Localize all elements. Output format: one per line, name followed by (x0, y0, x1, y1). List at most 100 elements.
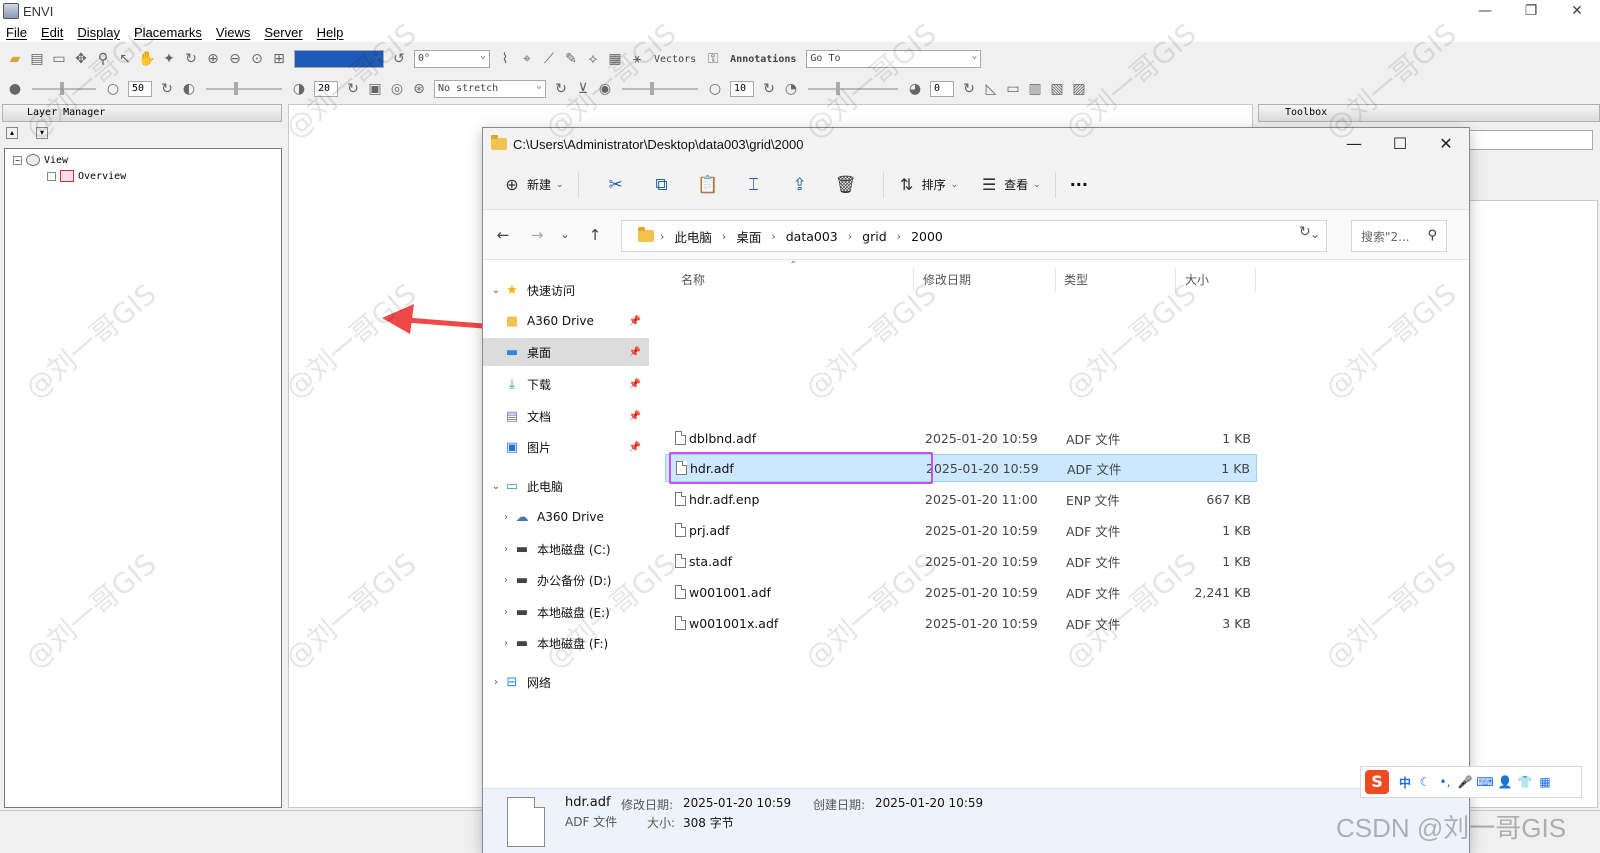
address-bar[interactable]: › 此电脑 › 桌面 › data003 › grid › 2000 ⌄ (621, 220, 1327, 252)
brightness-spin[interactable]: 50 (128, 81, 152, 97)
rename-icon[interactable]: ⌶ (731, 175, 777, 195)
forward-arrow-icon[interactable]: → (525, 224, 549, 246)
sogou-logo-icon[interactable]: S (1365, 770, 1389, 794)
pin-icon[interactable]: 📌 (629, 442, 641, 453)
chevron-right-icon[interactable]: › (499, 638, 513, 649)
roi-icon[interactable]: ⌇ (496, 50, 514, 68)
expand-icon[interactable]: ▾ (36, 127, 48, 139)
pin-icon[interactable]: 📌 (629, 316, 641, 327)
zoom-fixed-icon[interactable]: ⊙ (248, 50, 266, 68)
envi-minimize-button[interactable]: — (1462, 0, 1508, 22)
select-arrow-icon[interactable]: ↖ (116, 50, 134, 68)
file-row[interactable]: w001001.adf 2025-01-20 10:59 ADF 文件 2,24… (665, 578, 1257, 606)
chevron-right-icon[interactable]: › (499, 544, 513, 555)
nav-pictures[interactable]: ▣ 图片 📌 (483, 433, 649, 461)
envi-close-button[interactable]: ✕ (1554, 0, 1600, 22)
nav-drive-f[interactable]: › ▬ 本地磁盘 (F:) (483, 629, 649, 657)
tree-expander[interactable]: − (13, 155, 22, 165)
menu-views[interactable]: Views (216, 25, 250, 40)
pin-icon[interactable]: 📌 (629, 379, 641, 390)
crosshair-icon[interactable]: ⌖ (518, 50, 536, 68)
view-button[interactable]: ☰ 查看 ⌄ (980, 169, 1041, 201)
pan-icon[interactable]: ✥ (72, 50, 90, 68)
ime-mode-toggle[interactable]: 中 (1395, 774, 1415, 791)
measure-icon[interactable]: ⟋ (540, 50, 558, 68)
reset-stretch-icon[interactable]: ↻ (552, 80, 570, 98)
view-layout-icon[interactable]: ▭ (1004, 80, 1022, 98)
chevron-right-icon[interactable]: › (499, 607, 513, 618)
reset-sharpen-icon[interactable]: ↻ (760, 80, 778, 98)
keyboard-icon[interactable]: ⌨ (1475, 775, 1495, 789)
data-manager-icon[interactable]: ▤ (28, 50, 46, 68)
auto-stretch-icon[interactable]: ◎ (388, 80, 406, 98)
goto-combo[interactable]: Go To (806, 48, 982, 68)
column-divider[interactable] (913, 268, 914, 292)
brightness-slider[interactable] (32, 82, 96, 95)
nav-drive-c[interactable]: › ▬ 本地磁盘 (C:) (483, 535, 649, 563)
explorer-close-button[interactable]: ✕ (1423, 128, 1469, 160)
reset-brightness-icon[interactable]: ↻ (158, 80, 176, 98)
rotation-combo[interactable]: 0° (414, 48, 490, 68)
column-header-size[interactable]: 大小 (1185, 268, 1209, 292)
breadcrumb-this-pc[interactable]: 此电脑 (674, 227, 712, 246)
open-folder-icon[interactable]: ▰ (6, 50, 24, 68)
breadcrumb-2000[interactable]: 2000 (911, 229, 943, 244)
pin-icon[interactable]: 📌 (629, 347, 641, 358)
chevron-down-icon[interactable]: ⌄ (489, 481, 503, 492)
more-options-button[interactable]: ··· (1070, 169, 1088, 201)
refresh-icon[interactable]: ↻ (1299, 224, 1311, 240)
column-header-name[interactable]: 名称 (681, 268, 705, 292)
nav-network[interactable]: › ⊟ 网络 (483, 668, 649, 696)
collapse-icon[interactable]: ▴ (6, 127, 18, 139)
rotate-icon[interactable]: ↻ (182, 50, 200, 68)
zoom-in-icon[interactable]: ⊕ (204, 50, 222, 68)
breadcrumb-grid[interactable]: grid (862, 229, 886, 244)
sharpen-spin[interactable]: 10 (730, 81, 754, 97)
nav-drive-e[interactable]: › ▬ 本地磁盘 (E:) (483, 598, 649, 626)
back-arrow-icon[interactable]: ← (491, 224, 515, 246)
column-divider[interactable] (1175, 268, 1176, 292)
nav-this-pc[interactable]: ⌄ ▭ 此电脑 (483, 472, 649, 500)
reset-transparency-icon[interactable]: ↻ (960, 80, 978, 98)
chevron-down-icon[interactable]: ⌄ (489, 285, 503, 296)
menu-help[interactable]: Help (317, 25, 344, 40)
hand-icon[interactable]: ✋ (138, 50, 156, 68)
file-row[interactable]: sta.adf 2025-01-20 10:59 ADF 文件 1 KB (665, 547, 1257, 575)
chevron-right-icon[interactable]: › (499, 575, 513, 586)
punctuation-icon[interactable]: •, (1435, 775, 1455, 789)
nav-a360-drive[interactable]: › ☁ A360 Drive (483, 503, 649, 531)
nav-a360-drive-pinned[interactable]: ■ A360 Drive 📌 (483, 307, 649, 335)
search-input[interactable]: 搜索"2... ⚲ (1351, 220, 1447, 252)
pin-icon[interactable]: ⚲ (94, 50, 112, 68)
delete-icon[interactable]: 🗑 (823, 175, 869, 195)
copy-icon[interactable]: ⧉ (639, 175, 685, 195)
envi-restore-button[interactable]: ❐ (1508, 0, 1554, 22)
nav-downloads[interactable]: ⤓ 下载 📌 (483, 370, 649, 398)
fly-icon[interactable]: ✦ (160, 50, 178, 68)
menu-display[interactable]: Display (77, 25, 120, 40)
rotate-left-icon[interactable]: ↺ (390, 50, 408, 68)
sort-button[interactable]: ⇅ 排序 ⌄ (898, 169, 958, 201)
recent-locations-chevron-icon[interactable]: ⌄ (553, 224, 577, 246)
chip-icon[interactable]: ▦ (606, 50, 624, 68)
new-button[interactable]: ⊕ 新建 ⌄ (503, 169, 563, 201)
sharpen-slider[interactable] (622, 82, 698, 95)
vector-tool-icon[interactable]: ⟡ (584, 50, 602, 68)
share-icon[interactable]: ⇪ (777, 175, 823, 195)
tree-node-overview[interactable]: Overview (47, 169, 126, 183)
zoom-combo[interactable] (294, 48, 384, 68)
chevron-right-icon[interactable]: › (489, 677, 503, 688)
stretch-combo[interactable]: No stretch (434, 78, 546, 98)
transparency-slider[interactable] (808, 82, 898, 95)
flicker-icon[interactable]: ▧ (1048, 80, 1066, 98)
stretch-icon[interactable]: ▣ (366, 80, 384, 98)
file-row[interactable]: hdr.adf.enp 2025-01-20 11:00 ENP 文件 667 … (665, 485, 1257, 513)
paste-icon[interactable]: 📋 (685, 175, 731, 195)
pin-icon[interactable]: 📌 (629, 411, 641, 422)
breadcrumb-data003[interactable]: data003 (786, 229, 838, 244)
explorer-minimize-button[interactable]: — (1331, 128, 1377, 160)
menu-edit[interactable]: Edit (41, 25, 63, 40)
column-header-modified[interactable]: 修改日期 (923, 268, 971, 292)
column-divider[interactable] (1255, 268, 1256, 292)
annotations-dropdown[interactable]: Annotations (730, 54, 796, 65)
